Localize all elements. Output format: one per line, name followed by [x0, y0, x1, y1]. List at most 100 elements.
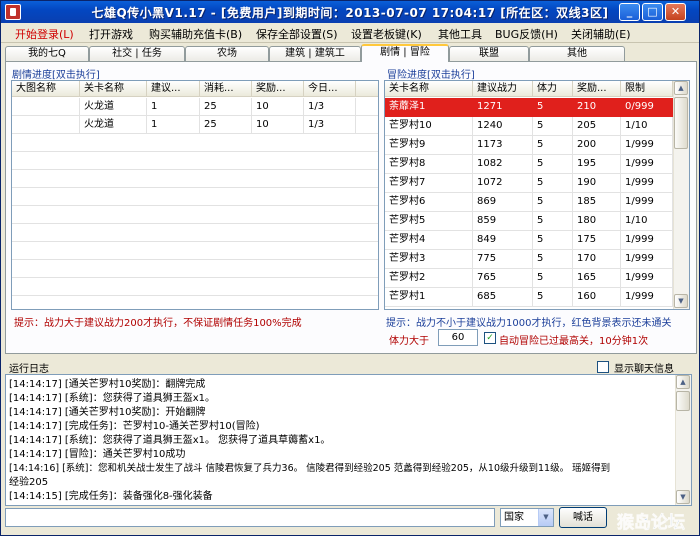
show-chat-label: 显示聊天信息	[614, 364, 674, 375]
table-row[interactable]: 芒罗村1 685 5 160 1/999	[385, 288, 673, 307]
adventure-progress-title: 冒险进度[双击执行]	[387, 70, 475, 81]
menu-bar: 开始登录(L) 打开游戏 购买辅助充值卡(B) 保存全部设置(S) 设置老板键(…	[1, 23, 699, 43]
column-header[interactable]: 建议战力	[473, 81, 533, 97]
scroll-down-icon[interactable]: ▼	[674, 294, 688, 308]
table-row[interactable]: 芒罗村9 1173 5 200 1/999	[385, 136, 673, 155]
tab-farm[interactable]: 农场	[185, 46, 269, 61]
menu-open-game[interactable]: 打开游戏	[89, 26, 133, 42]
channel-value: 国家	[504, 512, 524, 523]
story-list[interactable]: 大图名称 关卡名称 建议... 消耗... 奖励... 今日... 火龙道 1 …	[11, 80, 379, 310]
table-row[interactable]: 芒罗村5 859 5 180 1/10	[385, 212, 673, 231]
log-scrollbar[interactable]: ▲ ▼	[675, 375, 691, 505]
table-cell: 1072	[473, 174, 533, 193]
main-window: 七雄Q传小黑V1.17 - [免费用户]到期时间：2013-07-07 17:0…	[0, 0, 700, 536]
table-cell: 170	[573, 250, 621, 269]
table-cell: 765	[473, 269, 533, 288]
empty-row	[12, 260, 378, 278]
menu-buy-card[interactable]: 购买辅助充值卡(B)	[149, 26, 242, 42]
shout-button[interactable]: 喊话	[559, 507, 607, 528]
table-row[interactable]: 火龙道 1 25 10 1/3	[12, 98, 378, 116]
log-line: [14:14:17] [系统]：您获得了道具狮王盔x1。	[9, 393, 215, 404]
minimize-button[interactable]: _	[619, 3, 640, 21]
column-header[interactable]: 关卡名称	[385, 81, 473, 97]
table-cell: 芒罗村3	[385, 250, 473, 269]
empty-row	[12, 134, 378, 152]
tab-other[interactable]: 其他	[529, 46, 625, 61]
table-cell: 1/999	[621, 269, 673, 288]
column-header[interactable]: 消耗...	[200, 81, 252, 97]
table-cell: 1/3	[304, 116, 356, 134]
table-row[interactable]: 芒罗村10 1240 5 205 1/10	[385, 117, 673, 136]
table-cell: 1/999	[621, 288, 673, 307]
table-cell: 1/999	[621, 250, 673, 269]
table-cell: 185	[573, 193, 621, 212]
table-row[interactable]: 芒罗村4 849 5 175 1/999	[385, 231, 673, 250]
empty-row	[12, 152, 378, 170]
chat-input[interactable]	[5, 508, 495, 527]
tab-story-adventure[interactable]: 剧情 | 冒险	[361, 44, 449, 62]
empty-row	[12, 242, 378, 260]
log-line: [14:14:16] [系统]：您和机关战士发生了战斗 信陵君恢复了兵力36。 …	[9, 463, 611, 474]
column-header[interactable]: 今日...	[304, 81, 356, 97]
menu-boss-key[interactable]: 设置老板键(K)	[351, 26, 422, 42]
table-cell: 1/999	[621, 174, 673, 193]
tab-my-qq[interactable]: 我的七Q	[5, 46, 89, 61]
maximize-button[interactable]: □	[642, 3, 663, 21]
tab-building[interactable]: 建筑 | 建筑工	[269, 46, 361, 61]
story-progress-title: 剧情进度[双击执行]	[12, 70, 100, 81]
column-header[interactable]: 关卡名称	[80, 81, 147, 97]
tab-bar: 我的七Q 社交 | 任务 农场 建筑 | 建筑工 剧情 | 冒险 联盟 其他	[5, 44, 697, 62]
menu-other-tools[interactable]: 其他工具	[438, 26, 482, 42]
menu-start-login[interactable]: 开始登录(L)	[15, 26, 74, 42]
tab-social-task[interactable]: 社交 | 任务	[89, 46, 185, 61]
table-row[interactable]: 荼蘼泽1 1271 5 210 0/999	[385, 98, 673, 117]
table-row[interactable]: 芒罗村6 869 5 185 1/999	[385, 193, 673, 212]
table-cell: 165	[573, 269, 621, 288]
table-row[interactable]: 芒罗村8 1082 5 195 1/999	[385, 155, 673, 174]
column-header[interactable]: 大图名称	[12, 81, 80, 97]
table-cell: 1	[147, 116, 200, 134]
adventure-list[interactable]: 关卡名称 建议战力 体力 奖励... 限制 荼蘼泽1 1271 5 210 0/999 芒…	[384, 80, 690, 310]
adventure-scrollbar[interactable]: ▲ ▼	[673, 81, 689, 309]
column-header[interactable]: 体力	[533, 81, 573, 97]
table-row[interactable]: 芒罗村3 775 5 170 1/999	[385, 250, 673, 269]
column-header[interactable]: 建议...	[147, 81, 200, 97]
dropdown-arrow-icon[interactable]: ▼	[538, 509, 553, 526]
column-header[interactable]: 奖励...	[252, 81, 304, 97]
tab-alliance[interactable]: 联盟	[449, 46, 529, 61]
stamina-input[interactable]: 60	[438, 329, 478, 346]
scroll-up-icon[interactable]: ▲	[674, 81, 688, 95]
table-cell: 5	[533, 155, 573, 174]
table-cell: 1/999	[621, 231, 673, 250]
table-cell: 芒罗村7	[385, 174, 473, 193]
table-cell: 芒罗村5	[385, 212, 473, 231]
table-cell: 1/999	[621, 136, 673, 155]
auto-adventure-checkbox[interactable]: ✓	[484, 332, 496, 344]
close-button[interactable]: ✕	[665, 3, 686, 21]
scroll-up-icon[interactable]: ▲	[676, 375, 690, 389]
table-row[interactable]: 芒罗村2 765 5 165 1/999	[385, 269, 673, 288]
column-header[interactable]: 限制	[621, 81, 673, 97]
empty-row	[12, 278, 378, 296]
table-cell: 25	[200, 98, 252, 116]
menu-close-assist[interactable]: 关闭辅助(E)	[571, 26, 631, 42]
table-cell: 0/999	[621, 98, 673, 117]
table-cell: 180	[573, 212, 621, 231]
menu-bug-report[interactable]: BUG反馈(H)	[495, 26, 558, 42]
table-row[interactable]: 芒罗村7 1072 5 190 1/999	[385, 174, 673, 193]
table-cell: 849	[473, 231, 533, 250]
column-header[interactable]: 奖励...	[573, 81, 621, 97]
table-cell: 1271	[473, 98, 533, 117]
scroll-thumb[interactable]	[674, 97, 688, 149]
scroll-thumb[interactable]	[676, 391, 690, 411]
table-row[interactable]: 火龙道 1 25 10 1/3	[12, 116, 378, 134]
scroll-down-icon[interactable]: ▼	[676, 490, 690, 504]
menu-save-settings[interactable]: 保存全部设置(S)	[256, 26, 338, 42]
table-cell: 1173	[473, 136, 533, 155]
channel-select[interactable]: 国家 ▼	[500, 508, 554, 527]
empty-row	[12, 188, 378, 206]
table-cell: 190	[573, 174, 621, 193]
show-chat-checkbox[interactable]	[597, 361, 609, 373]
table-cell: 200	[573, 136, 621, 155]
log-line: 经验205	[9, 477, 49, 488]
